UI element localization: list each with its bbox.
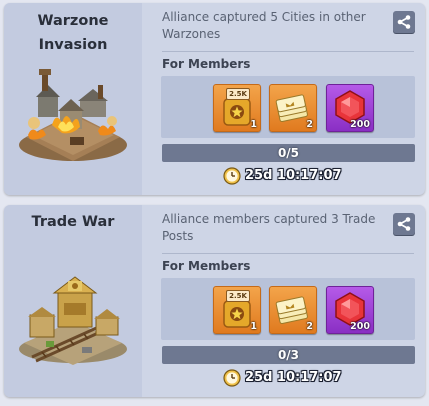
reward-quantity: 1: [250, 119, 257, 130]
divider: [162, 51, 414, 52]
reward-item[interactable]: 2.5K 1: [213, 84, 261, 132]
progress-text: 0/5: [277, 146, 300, 160]
share-icon: [397, 15, 411, 29]
event-card-warzone-invasion: Warzone Invasion Alliance captured 5 Cit: [4, 3, 425, 195]
event-title: Trade War: [4, 210, 142, 234]
rewards-header: For Members: [162, 259, 251, 273]
reward-quantity: 2: [306, 321, 313, 332]
event-card-trade-war: Trade War Alliance members captured 3 Tr…: [4, 205, 425, 397]
trade-post-illustration: [19, 276, 127, 365]
clock-icon: [223, 369, 241, 387]
burning-fortress-illustration: [19, 69, 127, 161]
share-icon: [397, 217, 411, 231]
countdown-text: 25d 10:17:07: [245, 370, 342, 385]
reward-item[interactable]: 200: [326, 286, 374, 334]
event-title-line-1: Warzone: [37, 13, 109, 29]
reward-tag: 2.5K: [226, 88, 250, 100]
event-objective: Alliance members captured 3 Trade Posts: [162, 212, 376, 243]
rewards-row: 2.5K 1 2 200: [161, 76, 415, 138]
reward-item[interactable]: 2: [269, 84, 317, 132]
rewards-header: For Members: [162, 57, 251, 71]
clock-icon: [223, 167, 241, 185]
share-button[interactable]: [393, 213, 415, 235]
event-art-panel: Warzone Invasion: [4, 3, 142, 195]
event-title: Warzone Invasion: [4, 9, 142, 57]
divider: [162, 253, 414, 254]
share-button[interactable]: [393, 11, 415, 33]
event-art-panel: Trade War: [4, 205, 142, 397]
reward-quantity: 200: [350, 321, 370, 332]
reward-quantity: 1: [250, 321, 257, 332]
reward-item[interactable]: 2.5K 1: [213, 286, 261, 334]
reward-quantity: 200: [350, 119, 370, 130]
reward-quantity: 2: [306, 119, 313, 130]
progress-text: 0/3: [277, 348, 300, 362]
rewards-row: 2.5K 1 2 200: [161, 278, 415, 340]
progress-bar: 0/5: [162, 144, 415, 162]
reward-item[interactable]: 200: [326, 84, 374, 132]
reward-item[interactable]: 2: [269, 286, 317, 334]
progress-bar: 0/3: [162, 346, 415, 364]
event-objective: Alliance captured 5 Cities in other Warz…: [162, 10, 366, 41]
countdown-text: 25d 10:17:07: [245, 168, 342, 183]
event-title-line-1: Trade War: [31, 214, 115, 230]
event-title-line-2: Invasion: [38, 37, 108, 53]
reward-tag: 2.5K: [226, 290, 250, 302]
